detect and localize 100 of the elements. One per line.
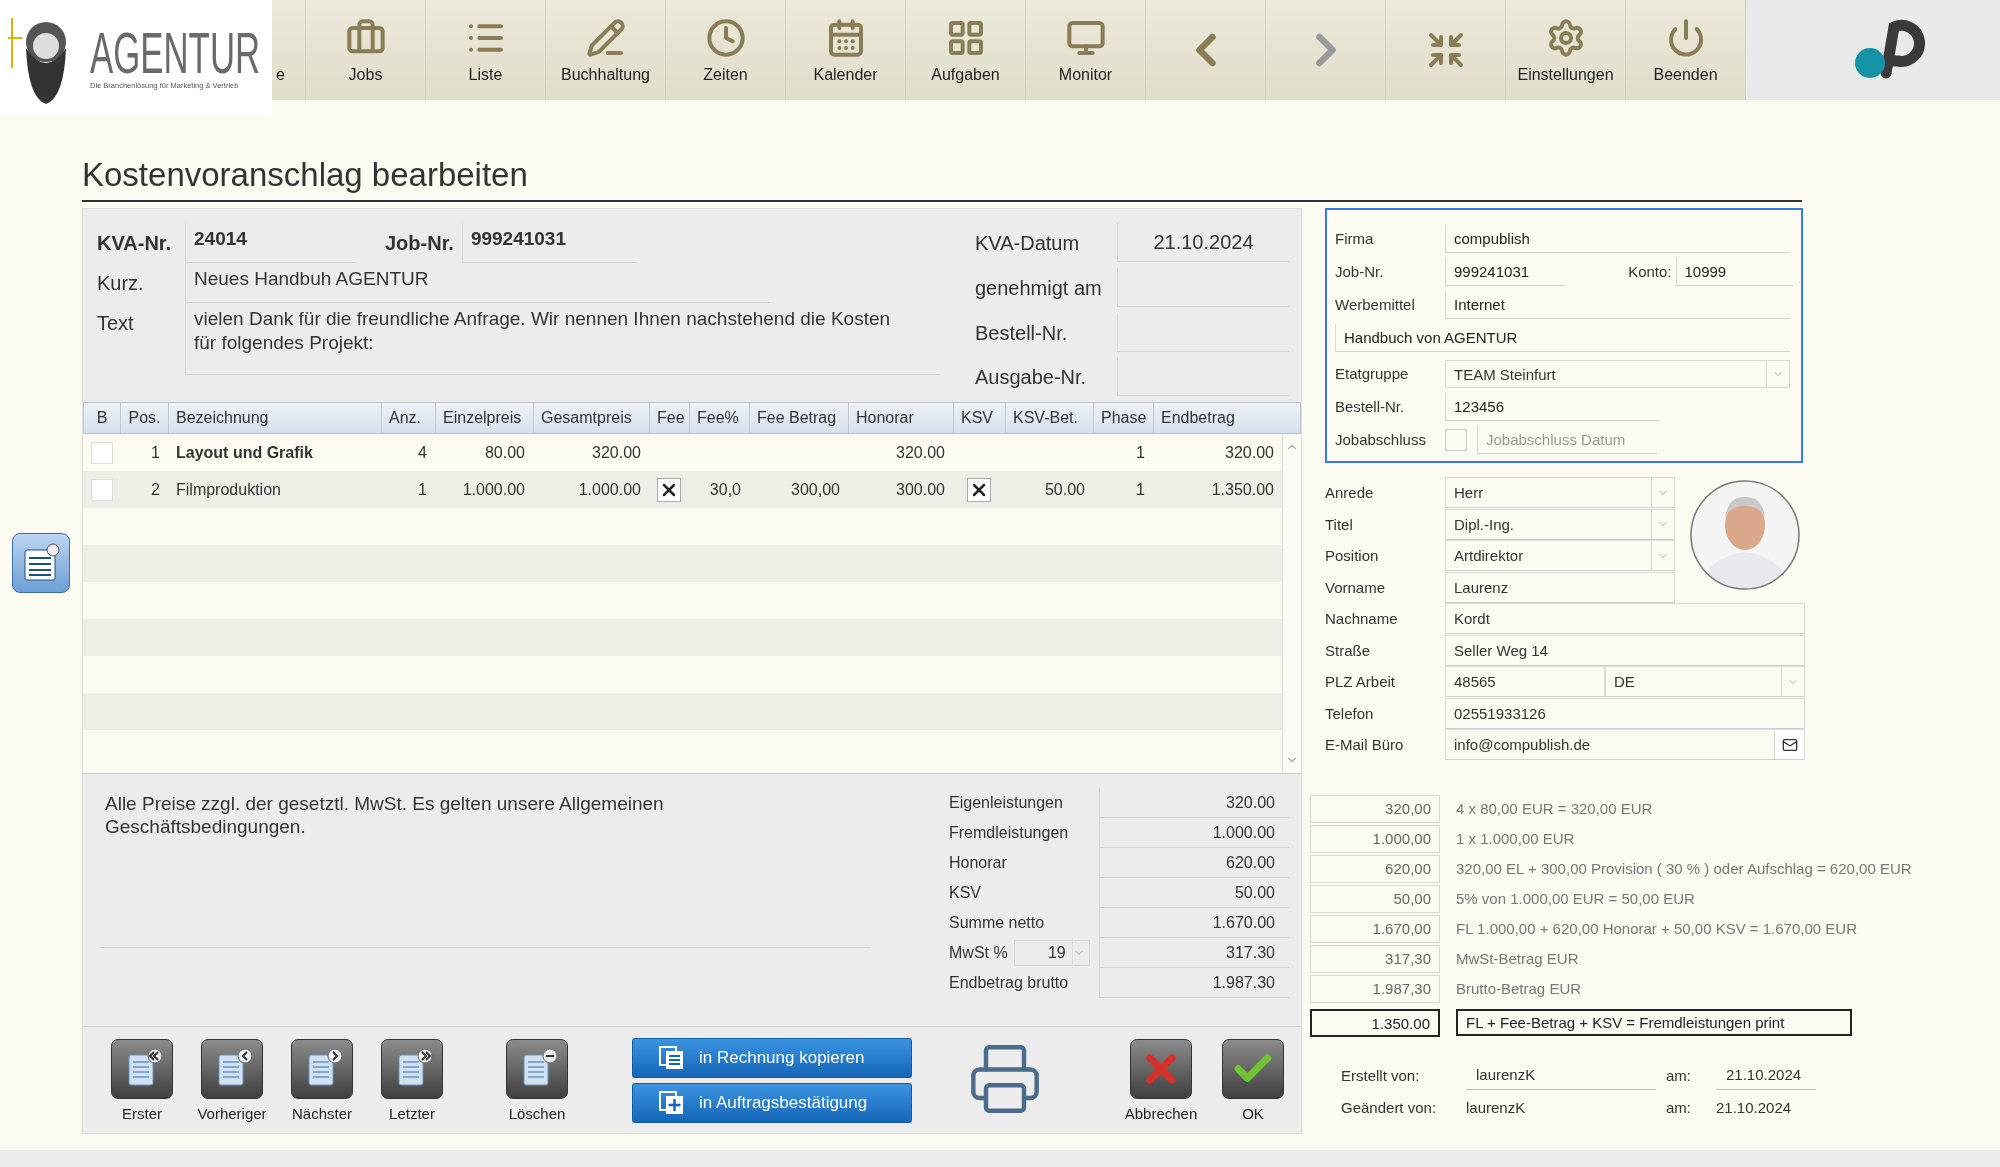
input-field[interactable]: info@compublish.de bbox=[1445, 729, 1805, 761]
field-label: KVA-Datum bbox=[975, 231, 1081, 256]
select-field[interactable]: Artdirektor bbox=[1445, 540, 1675, 572]
input-field[interactable]: 999241031 bbox=[1445, 258, 1565, 286]
field-label: PLZ Arbeit bbox=[1325, 673, 1397, 691]
checkbox[interactable] bbox=[967, 477, 991, 502]
column-header[interactable]: Fee% bbox=[689, 403, 749, 433]
tasks-button[interactable]: Aufgaben bbox=[906, 0, 1026, 100]
column-header[interactable]: KSV-Bet. bbox=[1005, 403, 1093, 433]
select-field[interactable]: DE bbox=[1605, 666, 1805, 698]
clock-icon bbox=[705, 18, 746, 58]
table-row[interactable]: 2 Filmproduktion 1 1.000.00 1.000.00 30,0 300,00 300.00 50.00 1 1.350.00 bbox=[83, 471, 1282, 508]
input-field[interactable]: 02551933126 bbox=[1445, 697, 1805, 729]
input-field[interactable]: Laurenz bbox=[1445, 571, 1675, 603]
input-field[interactable]: Internet bbox=[1445, 291, 1790, 319]
input-field[interactable]: 24014 bbox=[185, 223, 355, 263]
table-cell-text: 300,00 bbox=[790, 480, 841, 499]
text-area[interactable]: vielen Dank für die freundliche Anfrage. Wir nennen Ihnen nachstehend die Kosten für folgendes Projekt: bbox=[185, 303, 940, 375]
input-field[interactable]: Kordt bbox=[1445, 603, 1805, 635]
copy-to-invoice-button[interactable]: in Rechnung kopieren bbox=[632, 1037, 912, 1078]
calendar-button[interactable]: Kalender bbox=[786, 0, 906, 100]
table-cell-text: Filmproduktion bbox=[175, 480, 282, 499]
total-label: Endbetrag brutto bbox=[949, 973, 1069, 993]
table-cell-text: 1 bbox=[1135, 443, 1146, 462]
select-field[interactable]: Herr bbox=[1445, 477, 1675, 509]
total-value: 620.00 bbox=[1099, 848, 1289, 878]
table-cell-text: 1 bbox=[150, 443, 161, 462]
column-header[interactable]: KSV bbox=[953, 403, 1005, 433]
table-cell-text: 1.000.00 bbox=[577, 480, 642, 499]
input-field[interactable] bbox=[1117, 312, 1289, 352]
field-label: Vorname bbox=[1325, 578, 1387, 596]
column-header[interactable]: Pos. bbox=[120, 403, 168, 433]
column-header[interactable]: Gesamtpreis bbox=[533, 403, 649, 433]
input-field[interactable]: 999241031 bbox=[461, 223, 637, 263]
table-cell-text: 300.00 bbox=[895, 480, 946, 499]
monitor-button[interactable]: Monitor bbox=[1026, 0, 1146, 100]
column-header[interactable]: B bbox=[83, 403, 120, 433]
quit-button[interactable]: Beenden bbox=[1626, 0, 1746, 100]
select-field[interactable]: TEAM Steinfurt bbox=[1445, 360, 1790, 388]
column-header[interactable]: Fee Betrag bbox=[749, 403, 848, 433]
column-header[interactable]: Anz. bbox=[381, 403, 435, 433]
field-label: genehmigt am bbox=[975, 275, 1103, 301]
table-cell-text: 1 bbox=[417, 480, 428, 499]
total-value: 317.30 bbox=[1099, 938, 1289, 968]
field-label: Bestell-Nr. bbox=[975, 320, 1069, 346]
total-label: MwSt % bbox=[949, 943, 1008, 963]
add-icon bbox=[659, 1090, 685, 1115]
column-header[interactable]: Endbetrag bbox=[1153, 403, 1302, 433]
input-field[interactable]: 48565 bbox=[1445, 666, 1605, 698]
field-label: Straße bbox=[1325, 641, 1371, 659]
checkbox[interactable] bbox=[657, 477, 681, 502]
field-label: Job-Nr. bbox=[385, 231, 454, 256]
date-value: 21.10.2024 bbox=[1716, 1097, 1793, 1118]
input-field[interactable] bbox=[1117, 267, 1289, 307]
table-cell-text: 320.00 bbox=[895, 443, 946, 462]
page-title: Kostenvoranschlag bearbeiten bbox=[82, 156, 1802, 202]
column-header[interactable]: Phase bbox=[1093, 403, 1153, 433]
forward-button[interactable] bbox=[1266, 0, 1386, 100]
field-label: Firma bbox=[1335, 230, 1375, 249]
settings-button[interactable]: Einstellungen bbox=[1506, 0, 1626, 100]
column-header[interactable]: Fee bbox=[649, 403, 689, 433]
column-header[interactable]: Bezeichnung bbox=[168, 403, 381, 433]
times-button[interactable]: Zeiten bbox=[666, 0, 786, 100]
field-label: am: bbox=[1666, 1065, 1692, 1086]
cancel-button[interactable]: Abbrechen bbox=[1115, 1038, 1207, 1122]
document-icon bbox=[21, 542, 61, 584]
table-cell-text: 30,0 bbox=[708, 480, 742, 499]
input-field[interactable]: Seller Weg 14 bbox=[1445, 634, 1805, 666]
input-field[interactable]: 123456 bbox=[1445, 393, 1660, 421]
list-button[interactable]: Liste bbox=[426, 0, 546, 100]
input-field[interactable]: 10999 bbox=[1675, 258, 1793, 286]
input-field[interactable]: compublish bbox=[1445, 225, 1790, 253]
scrollbar[interactable] bbox=[1282, 434, 1301, 773]
mail-button[interactable] bbox=[1774, 730, 1804, 760]
table-cell-text: Layout und Grafik bbox=[175, 443, 314, 462]
column-header[interactable]: Einzelpreis bbox=[435, 403, 533, 433]
input-field[interactable]: 21.10.2024 bbox=[1117, 223, 1289, 262]
rate-select[interactable]: 19 bbox=[1013, 940, 1090, 966]
input-field[interactable]: Neues Handbuh AGENTUR bbox=[185, 263, 770, 303]
total-label: Summe netto bbox=[949, 913, 1045, 933]
jobs-button[interactable]: Jobs bbox=[306, 0, 426, 100]
column-header[interactable]: Honorar bbox=[848, 403, 953, 433]
ok-button[interactable]: OK bbox=[1207, 1038, 1299, 1122]
user-value: laurenzK bbox=[1466, 1097, 1527, 1118]
checkbox[interactable] bbox=[1445, 429, 1467, 451]
accounting-button[interactable]: Buchhaltung bbox=[546, 0, 666, 100]
back-button[interactable] bbox=[1146, 0, 1266, 100]
side-panel-button[interactable] bbox=[12, 533, 70, 593]
copy-to-order-button[interactable]: in Auftragsbestätigung bbox=[632, 1082, 912, 1123]
field-label: Konto: bbox=[1627, 263, 1673, 282]
toolbar-button[interactable]: e bbox=[272, 0, 306, 100]
input-field[interactable] bbox=[1117, 357, 1289, 397]
table-cell-text: 1 bbox=[1135, 480, 1146, 499]
amount-field: 1.000,00 bbox=[1310, 824, 1440, 853]
table-cell-text: 2 bbox=[150, 480, 161, 499]
notes-text[interactable]: Alle Preise zzgl. der gesetztl. MwSt. Es gelten unsere Allgemeinen Geschäftsbedingungen. bbox=[101, 788, 871, 948]
select-field[interactable]: Dipl.-Ing. bbox=[1445, 508, 1675, 540]
input-field[interactable]: Handbuch von AGENTUR bbox=[1335, 324, 1790, 352]
collapse-button[interactable] bbox=[1386, 0, 1506, 100]
amount-field: 1.670,00 bbox=[1310, 914, 1440, 943]
